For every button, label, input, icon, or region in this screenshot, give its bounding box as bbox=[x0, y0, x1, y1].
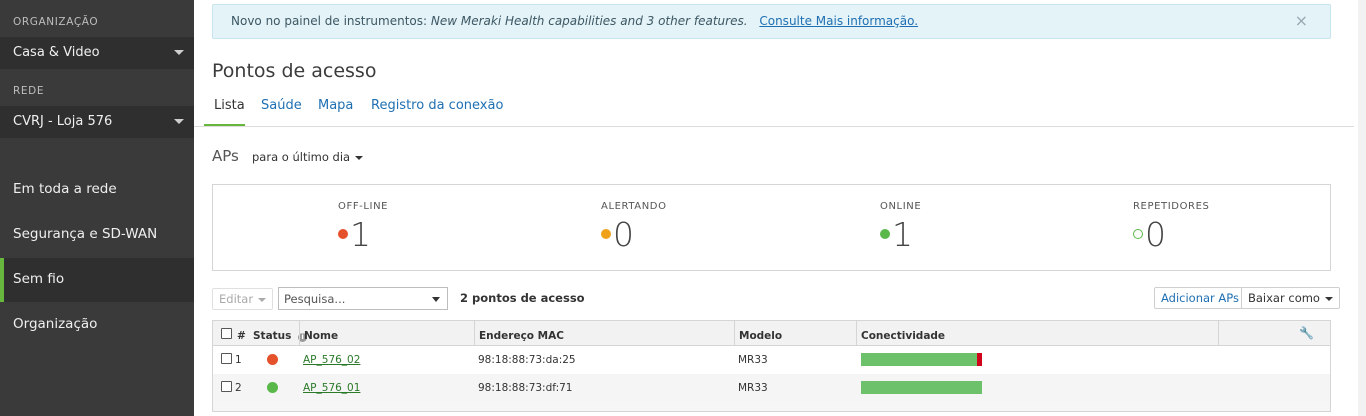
th-status[interactable]: Status i bbox=[249, 321, 308, 346]
org-select-value: Casa & Video bbox=[13, 45, 100, 60]
search-input[interactable]: Pesquisa... bbox=[278, 287, 448, 310]
sidebar-item-label: Sem fio bbox=[13, 271, 65, 287]
th-status-label: Status bbox=[253, 330, 292, 342]
chevron-down-icon bbox=[258, 297, 267, 302]
banner-text: Novo no painel de instrumentos: bbox=[231, 14, 428, 28]
row-checkbox[interactable] bbox=[221, 353, 232, 364]
download-label: Baixar como bbox=[1248, 291, 1320, 305]
row-number: 2 bbox=[235, 382, 242, 394]
status-dot-icon bbox=[267, 382, 278, 393]
th-model[interactable]: Modelo bbox=[734, 321, 856, 346]
stat-label: ONLINE bbox=[880, 201, 922, 212]
stat-repeaters[interactable]: REPETIDORES 0 bbox=[1133, 201, 1210, 254]
search-placeholder: Pesquisa... bbox=[284, 292, 346, 306]
stat-value: 1 bbox=[892, 215, 913, 254]
tab-health[interactable]: Saúde bbox=[261, 98, 302, 113]
stat-online[interactable]: ONLINE 1 bbox=[880, 201, 922, 254]
edit-button[interactable]: Editar bbox=[212, 288, 274, 310]
chevron-down-icon bbox=[1324, 296, 1333, 301]
stat-alerting[interactable]: ALERTANDO 0 bbox=[601, 201, 667, 254]
sidebar-item-label: Segurança e SD-WAN bbox=[13, 226, 158, 242]
stat-value: 0 bbox=[613, 215, 634, 254]
download-as-button[interactable]: Baixar como bbox=[1241, 287, 1340, 309]
th-connectivity[interactable]: Conectividade bbox=[856, 321, 1218, 346]
table-row[interactable]: 1 AP_576_02 98:18:88:73:da:25 MR33 bbox=[213, 346, 1330, 374]
sidebar-item-wireless[interactable]: Sem fio bbox=[0, 258, 194, 302]
th-settings: 🔧 bbox=[1218, 321, 1330, 346]
status-summary: OFF-LINE 1 ALERTANDO 0 ONLINE 1 REPETIDO… bbox=[212, 184, 1331, 271]
connectivity-bar[interactable] bbox=[861, 381, 982, 394]
sidebar-item-label: Organização bbox=[13, 316, 98, 332]
network-select[interactable]: CVRJ - Loja 576 bbox=[0, 106, 194, 138]
period-value: para o último dia bbox=[252, 150, 351, 164]
sidebar-item-security-sdwan[interactable]: Segurança e SD-WAN bbox=[0, 213, 194, 257]
ap-count: 2 pontos de acesso bbox=[460, 291, 585, 305]
banner-learn-more-link[interactable]: Consulte Mais informação. bbox=[759, 14, 918, 28]
stat-offline[interactable]: OFF-LINE 1 bbox=[338, 201, 389, 254]
table-header: # Status i Nome Endereço MAC Modelo Cone… bbox=[213, 321, 1330, 346]
sidebar-item-label: Em toda a rede bbox=[13, 181, 117, 197]
edit-button-label: Editar bbox=[219, 292, 254, 306]
tab-map[interactable]: Mapa bbox=[318, 98, 353, 113]
offline-dot-icon bbox=[338, 229, 348, 239]
table-row[interactable]: 2 AP_576_01 98:18:88:73:df:71 MR33 bbox=[213, 374, 1330, 402]
model: MR33 bbox=[738, 382, 768, 394]
th-name[interactable]: Nome bbox=[299, 321, 475, 346]
model: MR33 bbox=[738, 354, 768, 366]
connectivity-bar[interactable] bbox=[861, 353, 982, 366]
chevron-down-icon bbox=[432, 297, 440, 302]
mac-address: 98:18:88:73:df:71 bbox=[478, 382, 573, 394]
page-scrollbar[interactable] bbox=[1358, 0, 1366, 416]
stat-label: REPETIDORES bbox=[1133, 201, 1210, 212]
ap-name-link[interactable]: AP_576_02 bbox=[303, 354, 360, 366]
th-mac[interactable]: Endereço MAC bbox=[474, 321, 734, 346]
table-toolbar: Editar Pesquisa... 2 pontos de acesso Ad… bbox=[212, 287, 1340, 311]
chevron-down-icon bbox=[355, 155, 364, 160]
add-aps-button[interactable]: Adicionar APs bbox=[1154, 287, 1247, 309]
sidebar-item-network-wide[interactable]: Em toda a rede bbox=[0, 168, 194, 212]
tab-connection-log[interactable]: Registro da conexão bbox=[371, 98, 503, 113]
th-select: # bbox=[217, 321, 249, 346]
th-number: # bbox=[237, 330, 246, 342]
chevron-down-icon bbox=[174, 119, 184, 124]
repeater-dot-icon bbox=[1133, 229, 1143, 239]
period-dropdown[interactable]: para o último dia bbox=[252, 150, 364, 164]
sidebar-item-organization[interactable]: Organização bbox=[0, 303, 194, 347]
stat-label: ALERTANDO bbox=[601, 201, 667, 212]
tab-divider bbox=[194, 126, 1354, 127]
status-dot-icon bbox=[267, 354, 278, 365]
access-points-table: # Status i Nome Endereço MAC Modelo Cone… bbox=[212, 320, 1331, 412]
row-checkbox[interactable] bbox=[221, 381, 232, 392]
network-select-value: CVRJ - Loja 576 bbox=[13, 114, 113, 129]
chevron-down-icon bbox=[174, 50, 184, 55]
mac-address: 98:18:88:73:da:25 bbox=[478, 354, 576, 366]
online-dot-icon bbox=[880, 229, 890, 239]
stat-value: 1 bbox=[350, 215, 371, 254]
aps-heading: APs bbox=[212, 147, 239, 165]
wrench-icon[interactable]: 🔧 bbox=[1299, 326, 1314, 340]
announcement-banner: Novo no painel de instrumentos: New Mera… bbox=[212, 4, 1331, 39]
org-label: ORGANIZAÇÃO bbox=[13, 16, 99, 28]
ap-name-link[interactable]: AP_576_01 bbox=[303, 382, 360, 394]
sidebar: ORGANIZAÇÃO Casa & Video REDE CVRJ - Loj… bbox=[0, 0, 194, 416]
connectivity-bad-segment bbox=[977, 353, 982, 366]
page-title: Pontos de acesso bbox=[212, 60, 377, 82]
org-select[interactable]: Casa & Video bbox=[0, 37, 194, 69]
main-content: Novo no painel de instrumentos: New Mera… bbox=[194, 0, 1366, 416]
close-icon[interactable]: × bbox=[1295, 11, 1308, 30]
network-label: REDE bbox=[13, 85, 45, 97]
tab-list[interactable]: Lista bbox=[214, 98, 245, 113]
row-number: 1 bbox=[235, 354, 242, 366]
stat-value: 0 bbox=[1145, 215, 1166, 254]
alerting-dot-icon bbox=[601, 229, 611, 239]
select-all-checkbox[interactable] bbox=[221, 328, 232, 339]
banner-italic-text: New Meraki Health capabilities and 3 oth… bbox=[430, 14, 748, 28]
stat-label: OFF-LINE bbox=[338, 201, 389, 212]
